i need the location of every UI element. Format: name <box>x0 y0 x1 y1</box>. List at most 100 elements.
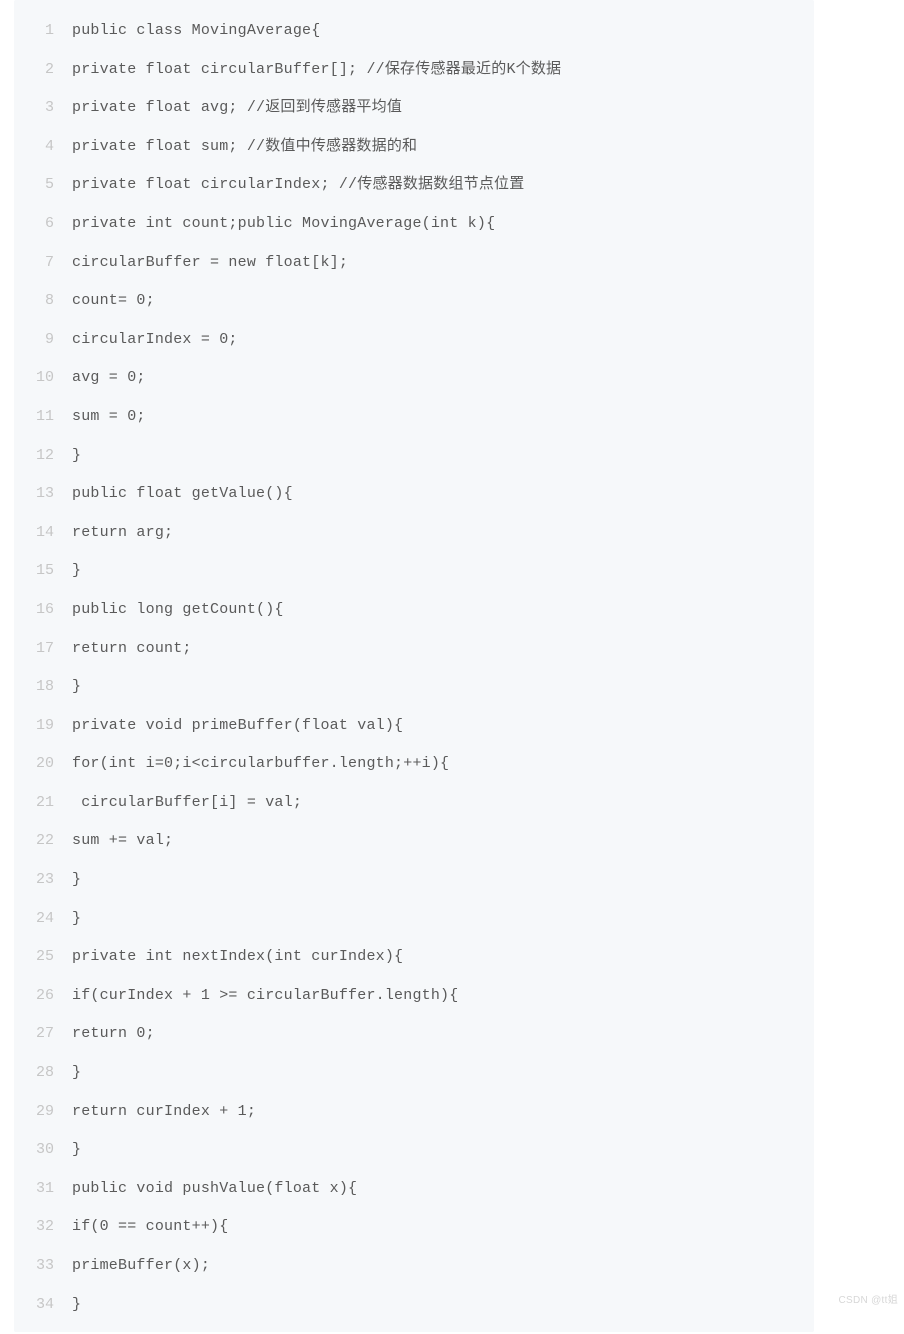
line-number: 32 <box>14 1208 72 1247</box>
code-text: } <box>72 1131 81 1170</box>
code-text: return 0; <box>72 1015 155 1054</box>
line-number: 21 <box>14 784 72 823</box>
page: 1public class MovingAverage{ 2private fl… <box>0 0 904 1334</box>
code-text: return arg; <box>72 514 173 553</box>
code-text: } <box>72 437 81 476</box>
code-line: 9circularIndex = 0; <box>14 321 814 360</box>
code-line: 28} <box>14 1054 814 1093</box>
code-text: circularBuffer = new float[k]; <box>72 244 348 283</box>
line-number: 13 <box>14 475 72 514</box>
line-number: 11 <box>14 398 72 437</box>
code-line: 16public long getCount(){ <box>14 591 814 630</box>
code-line: 27return 0; <box>14 1015 814 1054</box>
line-number: 12 <box>14 437 72 476</box>
code-line: 29return curIndex + 1; <box>14 1093 814 1132</box>
line-number: 26 <box>14 977 72 1016</box>
line-number: 34 <box>14 1286 72 1325</box>
line-number: 28 <box>14 1054 72 1093</box>
line-number: 18 <box>14 668 72 707</box>
code-text: } <box>72 861 81 900</box>
line-number: 7 <box>14 244 72 283</box>
code-line: 1public class MovingAverage{ <box>14 12 814 51</box>
code-text: return count; <box>72 630 192 669</box>
line-number: 20 <box>14 745 72 784</box>
code-line: 14return arg; <box>14 514 814 553</box>
code-line: 30} <box>14 1131 814 1170</box>
code-line: 2private float circularBuffer[]; //保存传感器… <box>14 51 814 90</box>
code-text: private float sum; //数值中传感器数据的和 <box>72 128 417 167</box>
line-number: 33 <box>14 1247 72 1286</box>
code-text: for(int i=0;i<circularbuffer.length;++i)… <box>72 745 449 784</box>
code-text: private int nextIndex(int curIndex){ <box>72 938 403 977</box>
line-number: 15 <box>14 552 72 591</box>
code-text: private void primeBuffer(float val){ <box>72 707 403 746</box>
code-line: 8count= 0; <box>14 282 814 321</box>
code-line: 34} <box>14 1286 814 1325</box>
code-line: 23} <box>14 861 814 900</box>
code-line: 32if(0 == count++){ <box>14 1208 814 1247</box>
line-number: 16 <box>14 591 72 630</box>
line-number: 1 <box>14 12 72 51</box>
line-number: 29 <box>14 1093 72 1132</box>
line-number: 14 <box>14 514 72 553</box>
code-line: 22sum += val; <box>14 822 814 861</box>
line-number: 22 <box>14 822 72 861</box>
line-number: 24 <box>14 900 72 939</box>
code-line: 15} <box>14 552 814 591</box>
line-number: 30 <box>14 1131 72 1170</box>
code-text: if(0 == count++){ <box>72 1208 228 1247</box>
code-line: 33primeBuffer(x); <box>14 1247 814 1286</box>
code-text: sum = 0; <box>72 398 146 437</box>
code-text: private float circularBuffer[]; //保存传感器最… <box>72 51 561 90</box>
code-text: private float avg; //返回到传感器平均值 <box>72 89 402 128</box>
code-line: 19private void primeBuffer(float val){ <box>14 707 814 746</box>
code-text: count= 0; <box>72 282 155 321</box>
line-number: 23 <box>14 861 72 900</box>
code-text: } <box>72 900 81 939</box>
code-text: public long getCount(){ <box>72 591 284 630</box>
code-text: } <box>72 1054 81 1093</box>
code-text: } <box>72 1286 81 1325</box>
line-number: 27 <box>14 1015 72 1054</box>
code-line: 31public void pushValue(float x){ <box>14 1170 814 1209</box>
code-text: avg = 0; <box>72 359 146 398</box>
watermark: CSDN @tt姐 <box>838 1291 898 1306</box>
line-number: 17 <box>14 630 72 669</box>
code-line: 18} <box>14 668 814 707</box>
code-line: 10avg = 0; <box>14 359 814 398</box>
code-line: 6private int count;public MovingAverage(… <box>14 205 814 244</box>
code-text: private float circularIndex; //传感器数据数组节点… <box>72 166 524 205</box>
code-line: 11sum = 0; <box>14 398 814 437</box>
code-line: 20for(int i=0;i<circularbuffer.length;++… <box>14 745 814 784</box>
code-line: 26if(curIndex + 1 >= circularBuffer.leng… <box>14 977 814 1016</box>
line-number: 3 <box>14 89 72 128</box>
code-text: return curIndex + 1; <box>72 1093 256 1132</box>
code-text: private int count;public MovingAverage(i… <box>72 205 495 244</box>
code-block: 1public class MovingAverage{ 2private fl… <box>14 0 814 1332</box>
code-text: if(curIndex + 1 >= circularBuffer.length… <box>72 977 458 1016</box>
line-number: 6 <box>14 205 72 244</box>
code-line: 24} <box>14 900 814 939</box>
code-line: 7circularBuffer = new float[k]; <box>14 244 814 283</box>
code-line: 3private float avg; //返回到传感器平均值 <box>14 89 814 128</box>
code-line: 17return count; <box>14 630 814 669</box>
code-text: primeBuffer(x); <box>72 1247 210 1286</box>
code-line: 13public float getValue(){ <box>14 475 814 514</box>
code-line: 21 circularBuffer[i] = val; <box>14 784 814 823</box>
code-line: 4private float sum; //数值中传感器数据的和 <box>14 128 814 167</box>
line-number: 9 <box>14 321 72 360</box>
code-line: 12} <box>14 437 814 476</box>
line-number: 2 <box>14 51 72 90</box>
code-text: } <box>72 552 81 591</box>
code-text: public float getValue(){ <box>72 475 293 514</box>
code-text: circularBuffer[i] = val; <box>72 784 302 823</box>
code-text: circularIndex = 0; <box>72 321 238 360</box>
code-line: 5private float circularIndex; //传感器数据数组节… <box>14 166 814 205</box>
line-number: 19 <box>14 707 72 746</box>
code-text: sum += val; <box>72 822 173 861</box>
code-line: 25private int nextIndex(int curIndex){ <box>14 938 814 977</box>
code-text: public class MovingAverage{ <box>72 12 320 51</box>
line-number: 8 <box>14 282 72 321</box>
line-number: 10 <box>14 359 72 398</box>
line-number: 4 <box>14 128 72 167</box>
